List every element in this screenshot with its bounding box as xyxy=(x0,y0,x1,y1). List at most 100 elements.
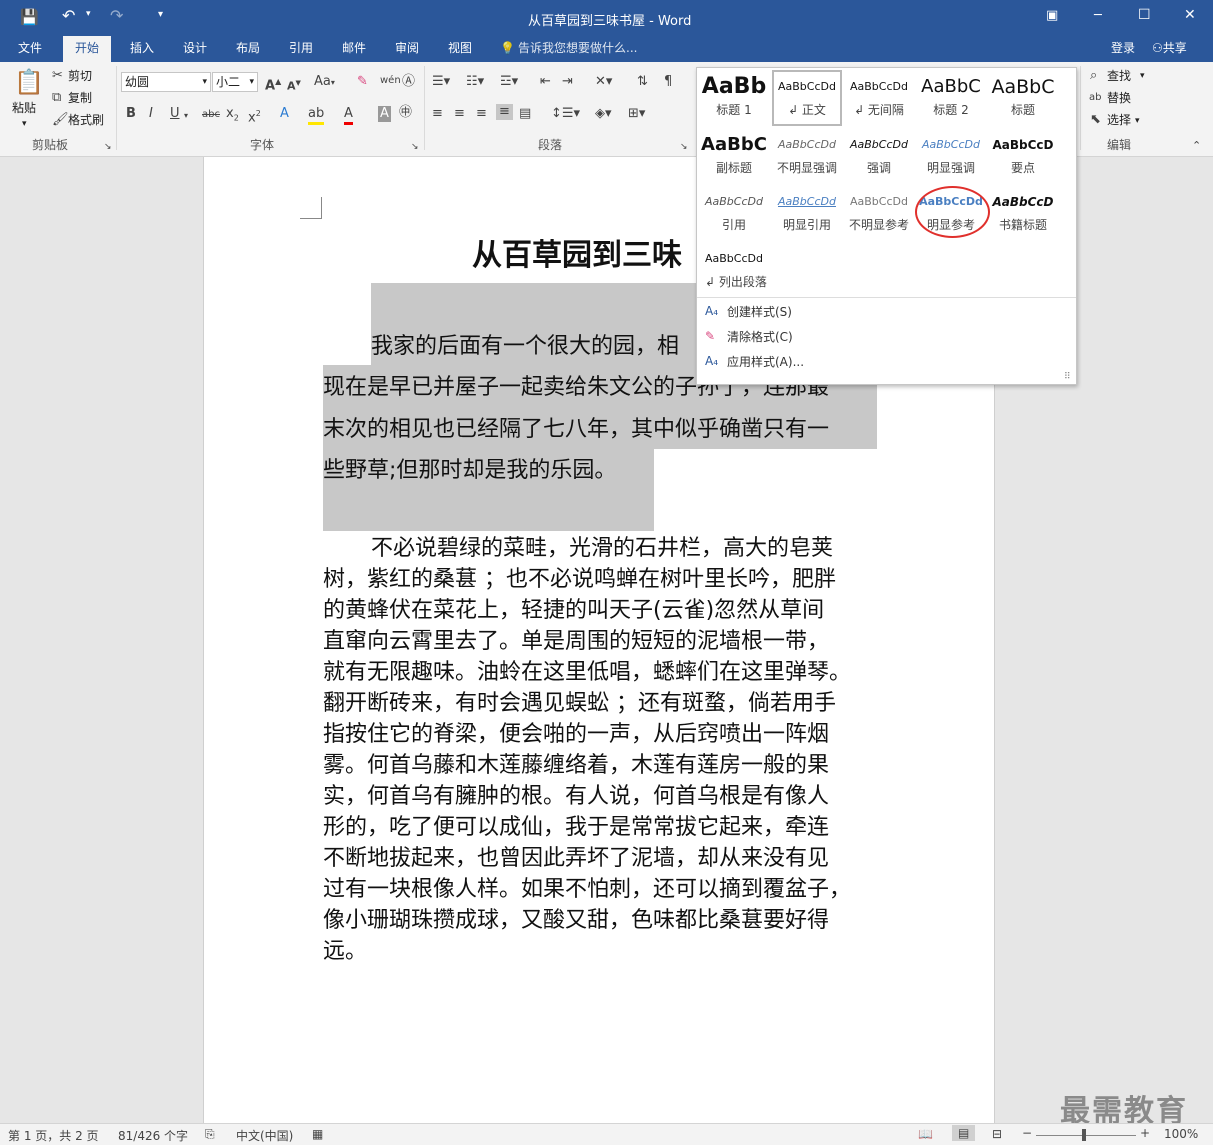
language-indicator[interactable]: 中文(中国) xyxy=(236,1127,293,1144)
minimize-icon[interactable]: ─ xyxy=(1094,8,1102,23)
tab-file[interactable]: 文件 xyxy=(18,39,42,57)
clipboard-launcher-icon[interactable]: ↘ xyxy=(104,139,112,155)
bullets-icon[interactable]: ☰▾ xyxy=(432,74,450,90)
style-heading-2[interactable]: AaBbC 标题 2 xyxy=(916,72,986,126)
font-color-icon[interactable]: A xyxy=(344,106,353,125)
tab-home[interactable]: 开始 xyxy=(63,36,112,62)
word-count[interactable]: 81/426 个字 xyxy=(118,1127,188,1144)
web-layout-icon[interactable]: ⊟ xyxy=(992,1127,1002,1141)
copy-button[interactable]: 复制 xyxy=(68,90,92,106)
tab-review[interactable]: 审阅 xyxy=(395,39,419,57)
numbering-icon[interactable]: ☷▾ xyxy=(466,74,484,90)
phonetic-guide-icon[interactable]: wén xyxy=(380,73,401,89)
tab-insert[interactable]: 插入 xyxy=(130,39,154,57)
replace-button[interactable]: 替换 xyxy=(1107,90,1131,106)
style-list-paragraph[interactable]: AaBbCcDd ↲ 列出段落 xyxy=(699,244,771,298)
align-center-icon[interactable]: ≡ xyxy=(454,106,465,122)
style-no-spacing[interactable]: AaBbCcDd ↲ 无间隔 xyxy=(844,72,914,126)
undo-icon[interactable]: ↶ xyxy=(62,6,75,25)
print-layout-icon[interactable]: ▤ xyxy=(952,1125,976,1141)
tab-view[interactable]: 视图 xyxy=(448,39,472,57)
bold-icon[interactable]: B xyxy=(126,106,136,122)
tab-layout[interactable]: 布局 xyxy=(236,39,260,57)
style-subtle-emphasis[interactable]: AaBbCcDd 不明显强调 xyxy=(772,130,842,184)
paste-button[interactable]: 粘贴 xyxy=(12,100,36,116)
clear-formatting-icon[interactable]: ✎ xyxy=(357,74,368,90)
italic-icon[interactable]: I xyxy=(149,106,153,122)
align-left-icon[interactable]: ≡ xyxy=(432,106,443,122)
style-emphasis[interactable]: AaBbCcDd 强调 xyxy=(844,130,914,184)
distributed-icon[interactable]: ▤ xyxy=(519,106,531,122)
zoom-slider-track[interactable] xyxy=(1036,1135,1136,1136)
clipboard-paste-icon[interactable]: 📋 xyxy=(14,68,44,96)
align-right-icon[interactable]: ≡ xyxy=(476,106,487,122)
ribbon-display-options-icon[interactable]: ▣ xyxy=(1046,8,1058,23)
maximize-icon[interactable]: ☐ xyxy=(1138,7,1151,23)
style-subtitle[interactable]: AaBbC 副标题 xyxy=(699,130,769,184)
style-quote[interactable]: AaBbCcDd 引用 xyxy=(699,187,769,241)
highlight-icon[interactable]: ab xyxy=(308,106,325,125)
tab-design[interactable]: 设计 xyxy=(183,39,207,57)
resize-grip-icon[interactable]: ⠿ xyxy=(1064,372,1071,382)
redo-icon[interactable]: ↷ xyxy=(110,6,123,25)
enclose-char-icon[interactable]: Ⓐ xyxy=(402,74,415,90)
style-book-title[interactable]: AaBbCcD 书籍标题 xyxy=(988,187,1058,241)
chevron-down-icon[interactable]: ▾ xyxy=(184,108,188,124)
apply-styles-menu-item[interactable]: 应用样式(A)... xyxy=(727,353,804,371)
show-marks-icon[interactable]: ¶ xyxy=(664,74,672,90)
select-button[interactable]: 选择 xyxy=(1107,112,1131,128)
zoom-slider-thumb[interactable] xyxy=(1082,1129,1086,1141)
line-spacing-icon[interactable]: ↕☰▾ xyxy=(551,106,580,122)
collapse-ribbon-icon[interactable]: ⌃ xyxy=(1192,138,1201,154)
share-button[interactable]: ⚇共享 xyxy=(1152,39,1187,57)
proofing-icon[interactable]: ⎘ xyxy=(205,1127,215,1142)
char-shading-icon[interactable]: A xyxy=(378,106,391,122)
tab-mailings[interactable]: 邮件 xyxy=(342,39,366,57)
text-effects-icon[interactable]: A xyxy=(280,106,289,122)
paste-dropdown-icon[interactable]: ▾ xyxy=(22,116,27,132)
font-size-select[interactable]: 小二 ▾ xyxy=(212,72,258,92)
save-icon[interactable]: 💾 xyxy=(20,8,39,26)
font-name-select[interactable]: 幼圆 ▾ xyxy=(121,72,211,92)
undo-dropdown-icon[interactable]: ▾ xyxy=(86,9,91,19)
cut-button[interactable]: 剪切 xyxy=(68,68,92,84)
style-title[interactable]: AaBbC 标题 xyxy=(988,72,1058,126)
change-case-button[interactable]: Aa▾ xyxy=(314,74,335,91)
customize-qat-icon[interactable]: ▾ xyxy=(158,9,163,20)
close-icon[interactable]: ✕ xyxy=(1184,7,1196,23)
chevron-down-icon[interactable]: ▾ xyxy=(1135,113,1140,129)
zoom-out-icon[interactable]: − xyxy=(1022,1126,1032,1140)
underline-icon[interactable]: U xyxy=(170,106,180,122)
style-intense-emphasis[interactable]: AaBbCcDd 明显强调 xyxy=(916,130,986,184)
paragraph-launcher-icon[interactable]: ↘ xyxy=(680,139,688,155)
chevron-down-icon[interactable]: ▾ xyxy=(1140,68,1145,84)
clear-formatting-menu-item[interactable]: 清除格式(C) xyxy=(727,328,793,346)
page-count[interactable]: 第 1 页，共 2 页 xyxy=(8,1127,99,1144)
sort-icon[interactable]: ⇅ xyxy=(637,74,648,90)
superscript-icon[interactable]: x2 xyxy=(248,106,261,126)
enclose-characters-icon[interactable]: ㊥ xyxy=(399,105,412,121)
shrink-font-icon[interactable]: A▼ xyxy=(287,75,301,95)
chinese-layout-icon[interactable]: ✕▾ xyxy=(595,74,612,90)
sign-in-link[interactable]: 登录 xyxy=(1111,39,1135,57)
find-button[interactable]: 查找 xyxy=(1107,68,1131,84)
borders-icon[interactable]: ⊞▾ xyxy=(628,106,645,122)
zoom-level[interactable]: 100% xyxy=(1164,1127,1198,1141)
style-intense-quote[interactable]: AaBbCcDd 明显引用 xyxy=(772,187,842,241)
subscript-icon[interactable]: x2 xyxy=(226,106,239,127)
style-heading-1[interactable]: AaBb 标题 1 xyxy=(699,72,769,126)
create-style-menu-item[interactable]: 创建样式(S) xyxy=(727,303,792,321)
style-strong[interactable]: AaBbCcD 要点 xyxy=(988,130,1058,184)
justify-icon[interactable]: ≡ xyxy=(496,104,513,120)
tab-references[interactable]: 引用 xyxy=(289,39,313,57)
shading-icon[interactable]: ◈▾ xyxy=(595,106,612,122)
zoom-in-icon[interactable]: + xyxy=(1140,1126,1150,1140)
multilevel-list-icon[interactable]: ☲▾ xyxy=(500,74,518,90)
macro-record-icon[interactable]: ▦ xyxy=(312,1127,323,1141)
style-normal[interactable]: AaBbCcDd ↲ 正文 xyxy=(772,70,842,126)
strikethrough-icon[interactable]: abc xyxy=(202,107,220,123)
style-subtle-reference[interactable]: AaBbCcDd 不明显参考 xyxy=(844,187,914,241)
font-launcher-icon[interactable]: ↘ xyxy=(411,139,419,155)
format-painter-button[interactable]: 格式刷 xyxy=(68,112,104,128)
decrease-indent-icon[interactable]: ⇤ xyxy=(540,74,551,90)
